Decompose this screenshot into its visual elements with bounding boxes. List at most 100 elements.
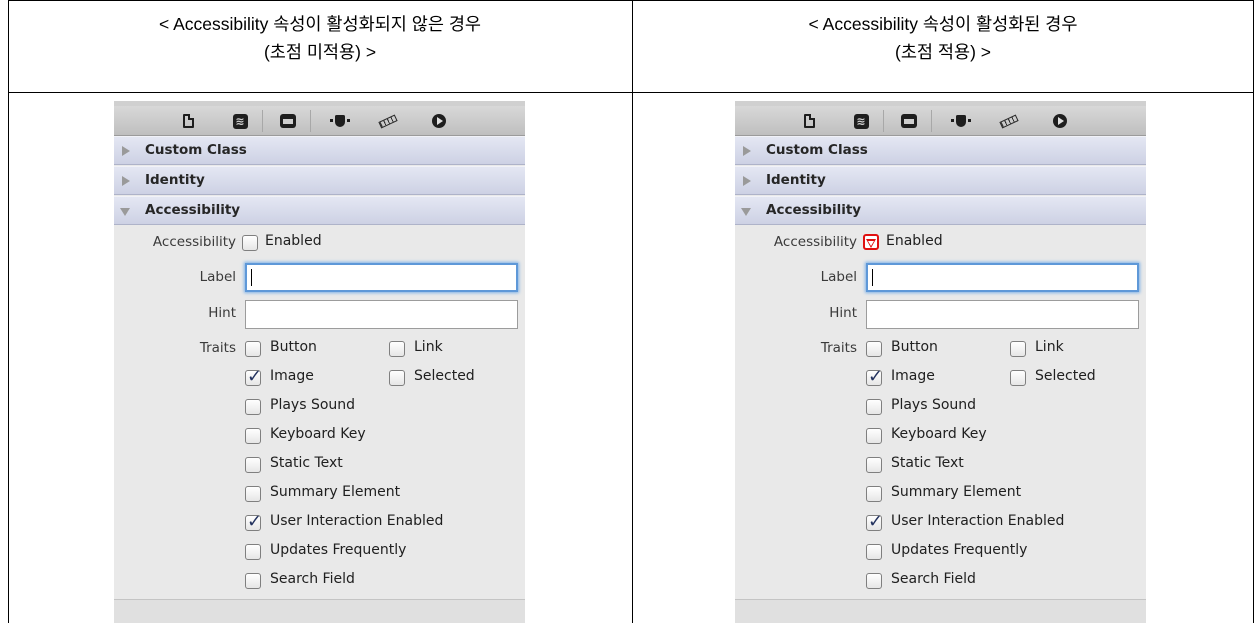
section-accessibility[interactable]: Accessibility [114, 196, 525, 225]
trait-search-field-label: Search Field [891, 571, 976, 587]
trait-image-checkbox[interactable] [245, 366, 262, 387]
trait-user-interaction-checkbox[interactable] [866, 511, 883, 532]
trait-summary-element-checkbox[interactable] [245, 486, 261, 502]
trait-static-text-label: Static Text [891, 455, 964, 471]
trait-plays-sound-label: Plays Sound [891, 397, 977, 413]
section-title: Identity [145, 172, 205, 188]
section-title: Custom Class [766, 142, 868, 158]
trait-summary-element-label: Summary Element [891, 484, 1022, 500]
left-column-header: < Accessibility 속성이 활성화되지 않은 경우 (초점 미적용)… [10, 10, 630, 66]
trait-user-interaction-label: User Interaction Enabled [891, 513, 1065, 529]
section-custom-class[interactable]: Custom Class [114, 136, 525, 165]
right-header-line-2: (초점 적용) > [895, 42, 991, 62]
trait-image-label: Image [270, 368, 314, 384]
trait-static-text-checkbox[interactable] [245, 457, 261, 473]
trait-updates-frequently-checkbox[interactable] [245, 544, 261, 560]
trait-updates-frequently-checkbox[interactable] [866, 544, 882, 560]
table-border-top [8, 0, 1254, 1]
accessibility-enabled-checkbox[interactable] [242, 235, 258, 251]
traits-label: Traits [199, 340, 236, 356]
disclosure-collapsed-icon [122, 146, 130, 156]
hint-input[interactable] [866, 300, 1139, 329]
trait-link-checkbox[interactable] [1010, 341, 1026, 357]
trait-link-label: Link [1035, 339, 1064, 355]
trait-link-checkbox[interactable] [389, 341, 405, 357]
trait-selected-label: Selected [414, 368, 475, 384]
file-inspector-icon[interactable] [179, 112, 197, 130]
hint-field-label: Hint [208, 305, 236, 321]
toolbar-separator [310, 110, 311, 132]
inspector-toolbar: ≋ [114, 106, 525, 136]
label-field-label: Label [199, 269, 236, 285]
identity-inspector-icon[interactable]: ≋ [231, 112, 249, 130]
accessibility-label: Accessibility [152, 234, 236, 250]
trait-image-checkbox[interactable] [866, 366, 883, 387]
trait-search-field-label: Search Field [270, 571, 355, 587]
trait-button-label: Button [891, 339, 938, 355]
trait-keyboard-key-checkbox[interactable] [866, 428, 882, 444]
trait-selected-label: Selected [1035, 368, 1096, 384]
trait-keyboard-key-checkbox[interactable] [245, 428, 261, 444]
trait-button-checkbox[interactable] [245, 341, 261, 357]
section-identity[interactable]: Identity [735, 166, 1146, 195]
trait-updates-frequently-label: Updates Frequently [891, 542, 1028, 558]
size-inspector-icon[interactable] [330, 112, 350, 130]
trait-plays-sound-checkbox[interactable] [245, 399, 261, 415]
toolbar-separator [262, 110, 263, 132]
disclosure-collapsed-icon [743, 176, 751, 186]
trait-static-text-checkbox[interactable] [866, 457, 882, 473]
trait-selected-checkbox[interactable] [389, 370, 405, 386]
identity-inspector-icon[interactable]: ≋ [852, 112, 870, 130]
trait-keyboard-key-label: Keyboard Key [891, 426, 987, 442]
section-custom-class[interactable]: Custom Class [735, 136, 1146, 165]
trait-image-label: Image [891, 368, 935, 384]
left-header-line-1: < Accessibility 속성이 활성화되지 않은 경우 [158, 14, 482, 34]
panel-footer [114, 599, 525, 623]
toolbar-separator [931, 110, 932, 132]
trait-user-interaction-checkbox[interactable] [245, 511, 262, 532]
disclosure-collapsed-icon [743, 146, 751, 156]
left-header-line-2: (초점 미적용) > [263, 42, 377, 62]
hint-input[interactable] [245, 300, 518, 329]
section-accessibility[interactable]: Accessibility [735, 196, 1146, 225]
text-caret [872, 269, 873, 286]
attributes-inspector-icon[interactable] [279, 112, 297, 130]
inspector-toolbar: ≋ [735, 106, 1146, 136]
traits-label: Traits [820, 340, 857, 356]
trait-button-checkbox[interactable] [866, 341, 882, 357]
trait-summary-element-label: Summary Element [270, 484, 401, 500]
table-column-divider [632, 0, 633, 623]
trait-summary-element-checkbox[interactable] [866, 486, 882, 502]
trait-button-label: Button [270, 339, 317, 355]
label-input[interactable] [866, 263, 1139, 292]
trait-search-field-checkbox[interactable] [866, 573, 882, 589]
trait-updates-frequently-label: Updates Frequently [270, 542, 407, 558]
trait-search-field-checkbox[interactable] [245, 573, 261, 589]
trait-plays-sound-checkbox[interactable] [866, 399, 882, 415]
section-title: Custom Class [145, 142, 247, 158]
connections-inspector-icon[interactable] [430, 112, 448, 130]
label-field-label: Label [820, 269, 857, 285]
size-inspector-icon[interactable] [951, 112, 971, 130]
accessibility-label: Accessibility [773, 234, 857, 250]
enabled-label: Enabled [886, 233, 943, 249]
section-title: Accessibility [766, 202, 862, 218]
accessibility-enabled-checkbox[interactable] [863, 234, 879, 250]
trait-selected-checkbox[interactable] [1010, 370, 1026, 386]
right-header-line-1: < Accessibility 속성이 활성화된 경우 [808, 14, 1078, 34]
attributes-inspector-icon[interactable] [900, 112, 918, 130]
file-inspector-icon[interactable] [800, 112, 818, 130]
trait-static-text-label: Static Text [270, 455, 343, 471]
section-identity[interactable]: Identity [114, 166, 525, 195]
ruler-icon[interactable] [999, 112, 1019, 130]
right-column-header: < Accessibility 속성이 활성화된 경우 (초점 적용) > [633, 10, 1253, 66]
trait-user-interaction-label: User Interaction Enabled [270, 513, 444, 529]
label-input[interactable] [245, 263, 518, 292]
table-header-divider [8, 92, 1254, 93]
trait-plays-sound-label: Plays Sound [270, 397, 356, 413]
toolbar-separator [883, 110, 884, 132]
enabled-label: Enabled [265, 233, 322, 249]
connections-inspector-icon[interactable] [1051, 112, 1069, 130]
ruler-icon[interactable] [378, 112, 398, 130]
disclosure-expanded-icon [120, 208, 130, 216]
